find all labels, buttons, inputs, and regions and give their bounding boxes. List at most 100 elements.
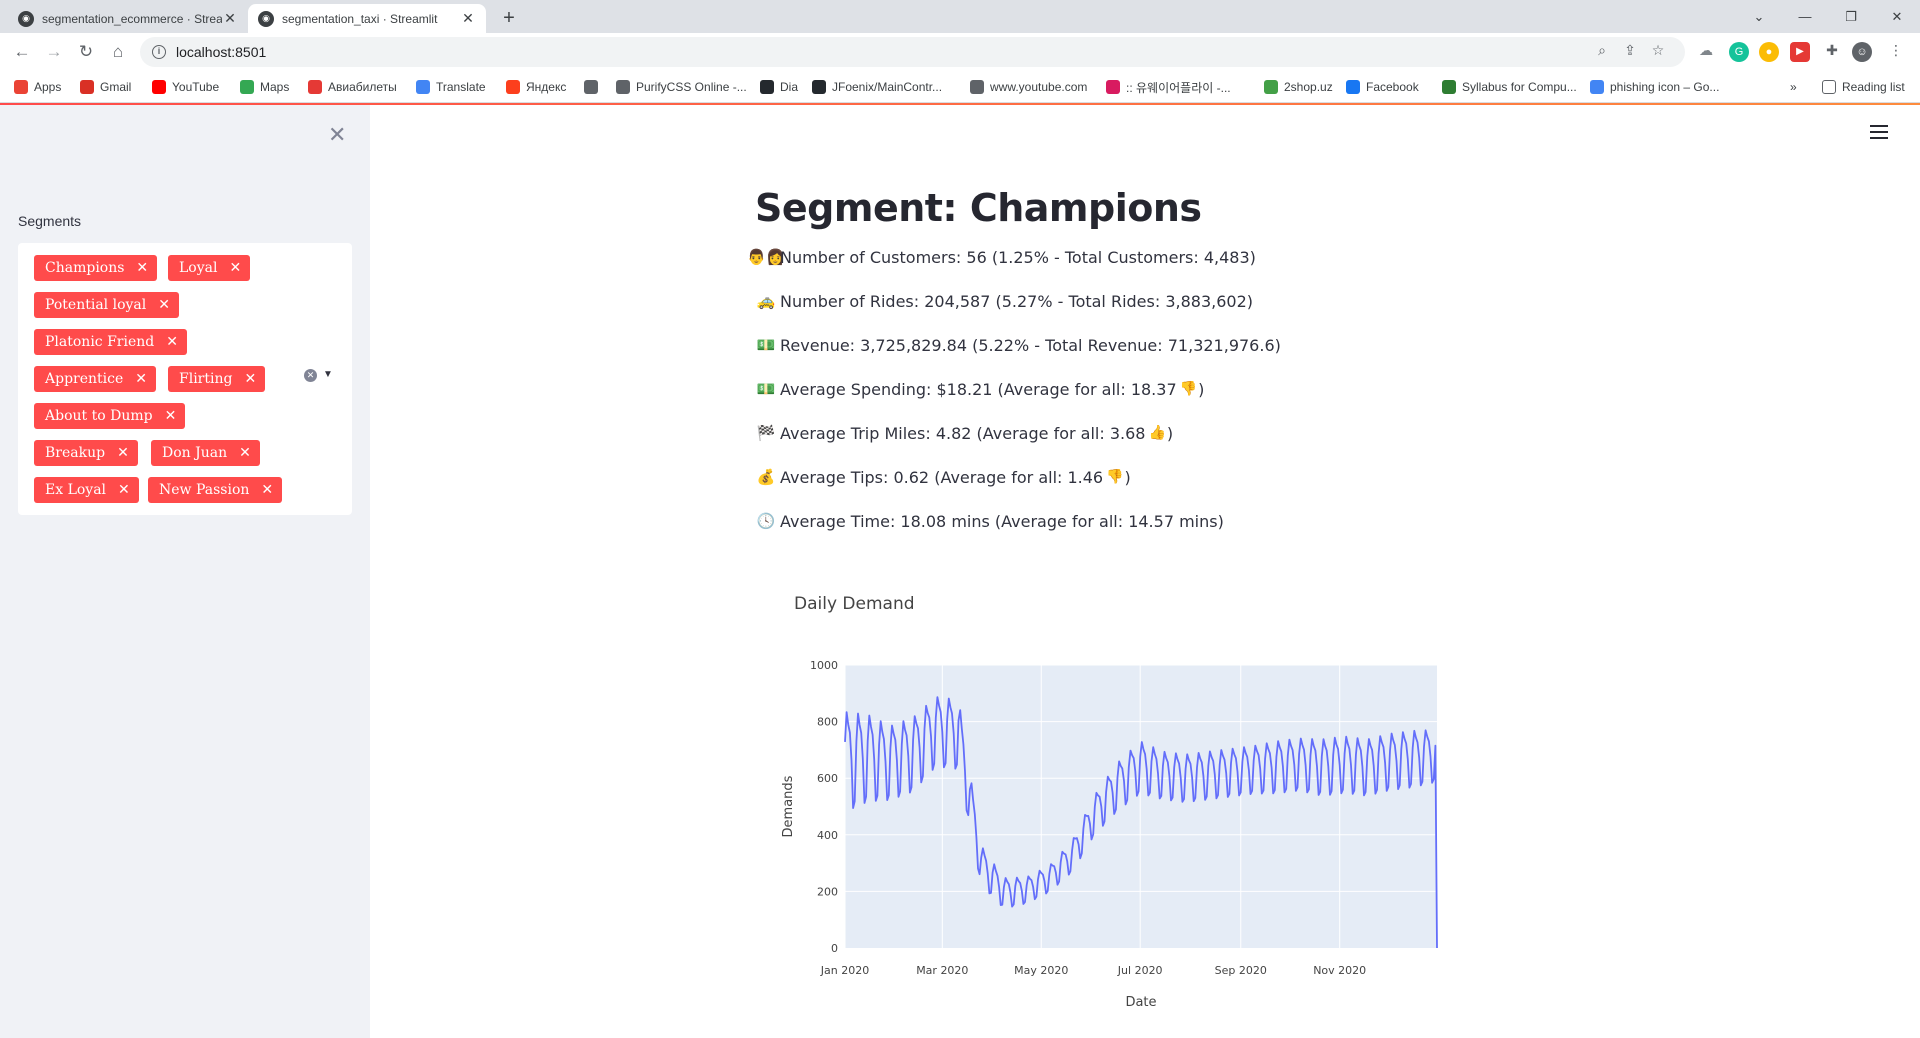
bookmark-item[interactable]: 2shop.uz [1264, 78, 1333, 96]
tab-close-icon[interactable]: ✕ [222, 10, 238, 27]
extension-chrome-icon[interactable]: ● [1759, 42, 1779, 62]
tab-search-icon[interactable]: ⌄ [1736, 0, 1782, 33]
bookmark-item[interactable]: YouTube [152, 78, 219, 96]
segment-chip-label: Potential loyal [45, 297, 147, 313]
bookmark-item[interactable]: :: 유웨이어플라이 -... [1106, 78, 1231, 96]
share-icon[interactable]: ⇪ [1620, 42, 1640, 62]
bookmark-item[interactable]: Facebook [1346, 78, 1419, 96]
stat-text: Average Time: 18.08 mins (Average for al… [780, 511, 1224, 531]
bookmark-item[interactable]: Яндекс [506, 78, 566, 96]
address-bar[interactable]: i localhost:8501 ⌕ ⇪ ☆ [140, 37, 1685, 67]
bookmark-item[interactable]: PurifyCSS Online -... [616, 78, 747, 96]
bookmark-favicon-icon [616, 80, 630, 94]
bookmark-item[interactable]: Авиабилеты [308, 78, 397, 96]
extension-video-icon[interactable]: ▶ [1790, 42, 1810, 62]
reading-list-button[interactable]: Reading list [1822, 78, 1905, 96]
plot-area [845, 665, 1437, 948]
restore-button[interactable]: ❐ [1828, 0, 1874, 33]
remove-chip-icon[interactable]: ✕ [261, 482, 273, 498]
stat-text: Revenue: 3,725,829.84 (5.22% - Total Rev… [780, 335, 1281, 355]
bookmark-item[interactable]: Maps [240, 78, 289, 96]
bookmark-label: Авиабилеты [328, 80, 397, 94]
minimize-button[interactable]: — [1782, 0, 1828, 33]
daily-demand-chart: 0 200 400 600 800 1000 Jan 2020 Mar 2020 May 202… [781, 659, 1438, 1010]
segment-chip-label: Ex Loyal [45, 482, 107, 498]
bookmark-item[interactable]: Translate [416, 78, 486, 96]
segment-chip-label: Flirting [179, 371, 233, 387]
remove-chip-icon[interactable]: ✕ [166, 334, 178, 350]
bookmark-item[interactable]: Syllabus for Compu... [1442, 78, 1577, 96]
bookmark-favicon-icon [308, 80, 322, 94]
zoom-icon[interactable]: ⌕ [1592, 42, 1612, 62]
url-text: localhost:8501 [176, 44, 267, 60]
bookmark-favicon-icon [760, 80, 774, 94]
remove-chip-icon[interactable]: ✕ [118, 482, 130, 498]
home-icon[interactable]: ⌂ [106, 40, 130, 64]
bookmark-item[interactable]: Dia [760, 78, 798, 96]
bookmark-item[interactable] [584, 78, 604, 96]
tab-title: segmentation_taxi · Streamlit [282, 11, 438, 26]
bookmark-favicon-icon [1590, 80, 1604, 94]
browser-tab-ecommerce[interactable]: ◉ segmentation_ecommerce · Strea ✕ [8, 4, 248, 33]
back-arrow-icon[interactable]: ← [10, 40, 34, 64]
stat-tail: ) [1124, 467, 1131, 487]
bookmark-favicon-icon [812, 80, 826, 94]
remove-chip-icon[interactable]: ✕ [244, 371, 256, 387]
remove-chip-icon[interactable]: ✕ [239, 445, 251, 461]
money-icon: 💵 [756, 336, 776, 354]
reload-icon[interactable]: ↻ [74, 40, 98, 64]
bookmark-label: PurifyCSS Online -... [636, 80, 747, 94]
bookmark-favicon-icon [80, 80, 94, 94]
grammarly-icon[interactable]: G [1729, 42, 1749, 62]
extension-cloud-icon[interactable]: ☁ [1696, 42, 1716, 62]
chart-title: Daily Demand [794, 594, 915, 614]
site-info-icon[interactable]: i [152, 45, 166, 59]
segments-multiselect[interactable]: Champions ✕ Loyal ✕ Potential loyal ✕ Platonic… [18, 243, 352, 515]
x-tick-label: May 2020 [1014, 964, 1068, 977]
bookmark-item[interactable]: www.youtube.com [970, 78, 1087, 96]
remove-chip-icon[interactable]: ✕ [136, 260, 148, 276]
x-tick-label: Nov 2020 [1313, 964, 1366, 977]
segment-chip-label: Platonic Friend [45, 334, 155, 350]
new-tab-button[interactable]: + [496, 6, 522, 32]
browser-tab-strip: ◉ segmentation_ecommerce · Strea ✕ ◉ seg… [0, 0, 1920, 33]
browser-menu-icon[interactable]: ⋮ [1886, 42, 1906, 62]
forward-arrow-icon[interactable]: → [42, 40, 66, 64]
y-tick-label: 800 [817, 716, 838, 729]
browser-tab-taxi[interactable]: ◉ segmentation_taxi · Streamlit ✕ [248, 4, 486, 33]
sidebar-close-icon[interactable]: ✕ [328, 122, 346, 148]
bookmark-star-icon[interactable]: ☆ [1648, 42, 1668, 62]
segment-chip-label: Breakup [45, 445, 106, 461]
segment-chip-label: About to Dump [45, 408, 153, 424]
remove-chip-icon[interactable]: ✕ [117, 445, 129, 461]
remove-chip-icon[interactable]: ✕ [135, 371, 147, 387]
bookmark-favicon-icon [584, 80, 598, 94]
bookmark-item[interactable]: Gmail [80, 78, 131, 96]
x-tick-label: Jan 2020 [820, 964, 869, 977]
bookmarks-overflow-icon[interactable]: » [1790, 78, 1797, 96]
remove-chip-icon[interactable]: ✕ [158, 297, 170, 313]
extensions-puzzle-icon[interactable]: ✚ [1822, 42, 1842, 62]
segment-chip: Champions ✕ [34, 255, 158, 281]
dropdown-arrow-icon[interactable]: ▼ [323, 369, 333, 380]
remove-chip-icon[interactable]: ✕ [229, 260, 241, 276]
segment-chip: About to Dump ✕ [34, 403, 186, 429]
profile-avatar[interactable]: ☺ [1852, 42, 1872, 62]
stat-line: 💰 Average Tips: 0.62 (Average for all: 1.… [756, 467, 1131, 487]
bookmark-item[interactable]: JFoenix/MainContr... [812, 78, 942, 96]
bookmark-item[interactable]: Apps [14, 78, 61, 96]
main-menu-icon[interactable] [1870, 125, 1888, 139]
x-tick-label: Mar 2020 [916, 964, 968, 977]
remove-chip-icon[interactable]: ✕ [165, 408, 177, 424]
y-tick-label: 200 [817, 885, 838, 898]
bookmark-favicon-icon [1346, 80, 1360, 94]
clear-all-icon[interactable]: ✕ [304, 369, 317, 382]
clock-icon: 🕓 [756, 512, 776, 530]
tab-close-icon[interactable]: ✕ [460, 10, 476, 27]
stat-text: Average Tips: 0.62 (Average for all: 1.4… [780, 467, 1104, 487]
bookmark-label: phishing icon – Go... [1610, 80, 1720, 94]
bookmark-item[interactable]: phishing icon – Go... [1590, 78, 1719, 96]
close-window-button[interactable]: ✕ [1874, 0, 1920, 33]
segment-chip-label: Champions [45, 260, 125, 276]
people-icon: 👨‍👩 [747, 248, 785, 266]
